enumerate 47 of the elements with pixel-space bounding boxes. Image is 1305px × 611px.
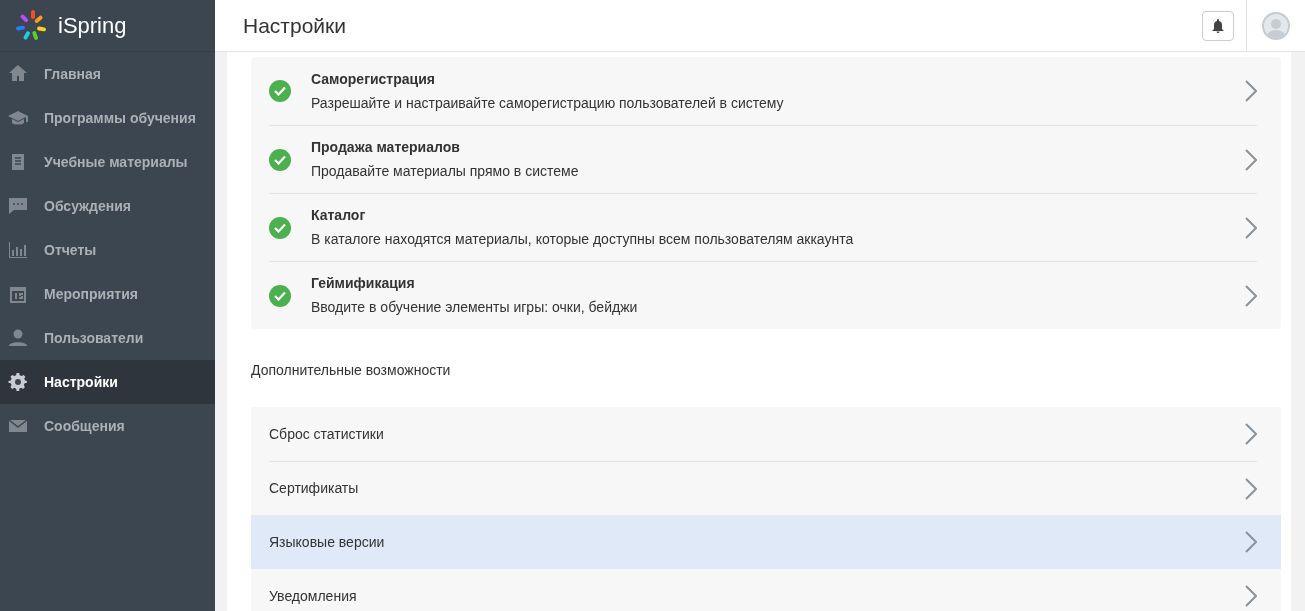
settings-row[interactable]: Каталог В каталоге находятся материалы, которые доступны всем пользователям аккаунта <box>251 193 1281 261</box>
bar-chart-icon <box>8 240 28 260</box>
settings-row[interactable]: Уведомления <box>251 569 1281 611</box>
option-label: Языковые версии <box>269 532 386 552</box>
section-heading: Дополнительные возможности <box>251 361 452 380</box>
sidebar-item[interactable]: Учебные материалы <box>0 140 215 184</box>
chevron-right-icon <box>1245 585 1257 607</box>
bell-icon <box>1212 18 1224 33</box>
feature-title: Каталог <box>311 206 367 225</box>
home-icon <box>8 64 28 84</box>
settings-row[interactable]: Продажа материалов Продавайте материалы прямо в системе <box>251 125 1281 193</box>
settings-row[interactable]: Языковые версии <box>251 515 1281 569</box>
option-label: Сертификаты <box>269 479 360 498</box>
logo-text: iSpring <box>58 12 127 40</box>
sidebar-item[interactable]: Сообщения <box>0 404 215 448</box>
settings-row[interactable]: Сброс статистики <box>251 407 1281 461</box>
sidebar-item[interactable]: Настройки <box>0 360 215 404</box>
sidebar-item[interactable]: Программы обучения <box>0 96 215 140</box>
settings-row[interactable]: Геймификация Вводите в обучение элементы игры: очки, бейджи <box>251 261 1281 329</box>
sidebar-item[interactable]: Мероприятия <box>0 272 215 316</box>
sidebar-item[interactable]: Обсуждения <box>0 184 215 228</box>
person-icon <box>8 328 28 348</box>
chevron-right-icon <box>1245 80 1257 102</box>
chevron-right-icon <box>1245 216 1257 239</box>
sidebar-item[interactable]: Пользователи <box>0 316 215 360</box>
feature-description: В каталоге находятся материалы, которые доступны всем пользователям аккаунта <box>311 230 855 249</box>
sidebar-item[interactable]: Отчеты <box>0 228 215 272</box>
feature-title: Саморегистрация <box>311 69 436 89</box>
chevron-right-icon <box>1245 531 1257 553</box>
chevron-right-icon <box>1245 284 1257 307</box>
feature-title: Геймификация <box>311 274 416 293</box>
chevron-right-icon <box>1245 423 1257 445</box>
settings-row[interactable]: Саморегистрация Разрешайте и настраивайте саморегистрацию пользователей в систему <box>251 57 1281 125</box>
feature-description: Продавайте материалы прямо в системе <box>311 162 580 181</box>
feature-title: Продажа материалов <box>311 138 461 157</box>
chevron-right-icon <box>1245 477 1257 500</box>
notifications-button[interactable] <box>1202 10 1234 41</box>
chat-bubble-icon <box>8 196 28 216</box>
gear-icon <box>8 372 28 392</box>
calendar-icon <box>8 284 28 304</box>
feature-description: Вводите в обучение элементы игры: очки, бейджи <box>311 298 639 317</box>
page-title: Настройки <box>243 12 347 39</box>
feature-description: Разрешайте и настраивайте саморегистрацию пользователей в систему <box>311 93 785 113</box>
sidebar-item[interactable]: Главная <box>0 52 215 96</box>
option-label: Уведомления <box>269 586 358 606</box>
chevron-right-icon <box>1245 148 1257 171</box>
option-label: Сброс статистики <box>269 424 385 444</box>
